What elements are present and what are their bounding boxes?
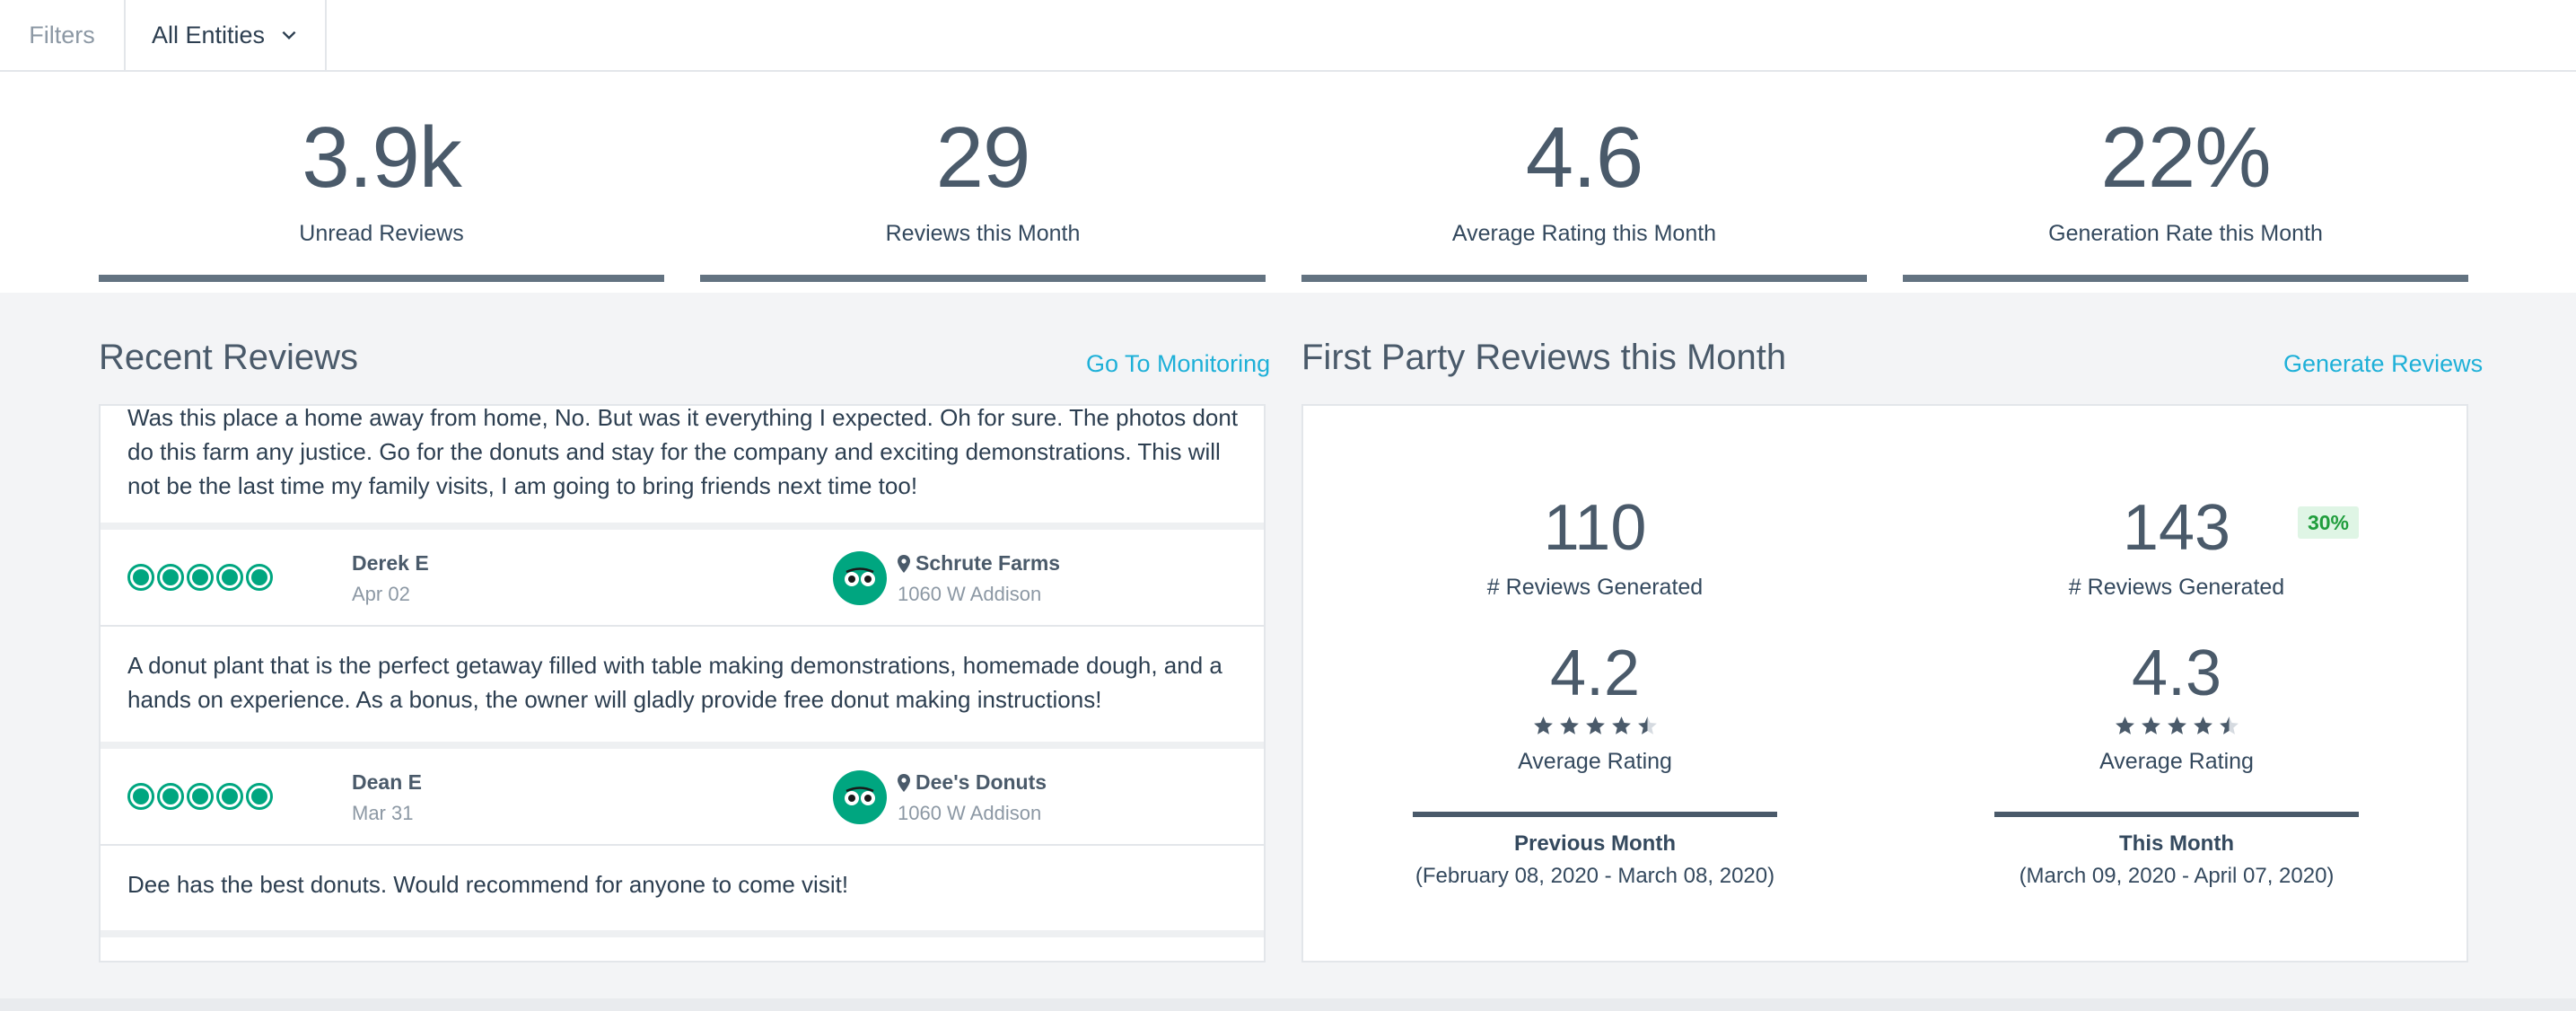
rating-bubble-icon <box>246 564 273 591</box>
review-header[interactable]: Dean E Mar 31 Dee's Donuts 1060 W Addiso… <box>101 749 1264 846</box>
metric-unread-reviews[interactable]: 3.9k Unread Reviews <box>99 72 664 282</box>
star-full-icon <box>1585 716 1605 734</box>
reviews-generated-label: # Reviews Generated <box>2068 575 2285 600</box>
rating-bubble-icon <box>187 783 214 810</box>
rating-bubble-icon <box>216 564 243 591</box>
period-title: This Month <box>2119 831 2234 856</box>
review-date: Mar 31 <box>352 802 414 824</box>
location-name: Dee's Donuts <box>916 770 1047 794</box>
rating-bubble-icon <box>127 564 154 591</box>
star-half-icon <box>1637 716 1657 734</box>
star-full-icon <box>1611 716 1631 734</box>
reviewer: Dean E Mar 31 <box>352 770 422 825</box>
star-rating <box>1994 715 2359 737</box>
star-full-icon <box>1533 716 1553 734</box>
map-pin-icon <box>898 554 910 573</box>
filters-bar: Filters All Entities <box>0 0 2576 72</box>
growth-badge: 30% <box>2298 506 2359 539</box>
reviewer-name: Derek E <box>352 551 429 575</box>
metric-value: 29 <box>935 110 1031 206</box>
bottom-divider <box>0 998 2576 1011</box>
rating-bubble-icon <box>157 564 184 591</box>
recent-reviews-title: Recent Reviews <box>99 338 359 377</box>
average-rating-label: Average Rating <box>1518 749 1672 774</box>
star-full-icon <box>2193 716 2212 734</box>
first-party-title: First Party Reviews this Month <box>1301 338 1787 377</box>
reviewer: Derek E Apr 02 <box>352 551 429 606</box>
period-title: Previous Month <box>1513 831 1676 856</box>
metric-value: 4.6 <box>1525 110 1643 206</box>
metric-label: Unread Reviews <box>299 221 464 246</box>
review-header[interactable]: Derek E Apr 02 Schrute Farms 1060 W Addi… <box>101 530 1264 627</box>
generate-reviews-link[interactable]: Generate Reviews <box>2283 350 2483 378</box>
metric-value: 22% <box>2100 110 2271 206</box>
metric-label: Generation Rate this Month <box>2048 221 2323 246</box>
rating-bubble-icon <box>216 783 243 810</box>
rating-bubbles <box>127 564 273 591</box>
chevron-down-icon <box>282 31 296 40</box>
entity-select-dropdown[interactable]: All Entities <box>126 0 327 70</box>
go-to-monitoring-link[interactable]: Go To Monitoring <box>1086 350 1270 378</box>
star-full-icon <box>2141 716 2160 734</box>
rating-bubble-icon <box>187 564 214 591</box>
location-address: 1060 W Addison <box>898 802 1042 824</box>
average-rating-value: 4.3 <box>2131 637 2222 709</box>
first-party-panel: 110 # Reviews Generated 4.2 Average Rati… <box>1301 404 2468 963</box>
map-pin-icon <box>898 773 910 792</box>
metric-label: Reviews this Month <box>885 221 1081 246</box>
star-half-icon <box>2219 716 2239 734</box>
tripadvisor-owl-icon <box>833 551 887 605</box>
location-name: Schrute Farms <box>916 551 1061 575</box>
average-rating-value: 4.2 <box>1549 637 1641 709</box>
review-text-content: Dee has the best donuts. Would recommend… <box>127 871 849 898</box>
previous-month-column: 110 # Reviews Generated 4.2 Average Rati… <box>1413 406 1777 961</box>
review-text-content: Was this place a home away from home, No… <box>127 404 1239 499</box>
metric-generation-rate[interactable]: 22% Generation Rate this Month <box>1903 72 2468 282</box>
period-divider <box>1413 812 1777 817</box>
rating-bubble-icon <box>157 783 184 810</box>
rating-bubble-icon <box>246 783 273 810</box>
review-location: Dee's Donuts 1060 W Addison <box>898 770 1047 825</box>
review-text: Dee has the best donuts. Would recommend… <box>101 846 1264 937</box>
average-rating-label: Average Rating <box>2099 749 2254 774</box>
reviewer-name: Dean E <box>352 770 422 794</box>
star-full-icon <box>2167 716 2186 734</box>
reviews-generated-value: 110 <box>1543 492 1647 564</box>
metrics-strip: 3.9k Unread Reviews 29 Reviews this Mont… <box>0 72 2576 293</box>
recent-reviews-list[interactable]: Was this place a home away from home, No… <box>99 404 1266 963</box>
review-location: Schrute Farms 1060 W Addison <box>898 551 1060 606</box>
review-text: Was this place a home away from home, No… <box>101 404 1264 530</box>
star-rating <box>1413 715 1777 737</box>
review-text-content: A donut plant that is the perfect getawa… <box>127 652 1222 713</box>
filters-label: Filters <box>0 0 126 70</box>
period-range: (February 08, 2020 - March 08, 2020) <box>1415 864 1775 888</box>
metric-average-rating[interactable]: 4.6 Average Rating this Month <box>1301 72 1867 282</box>
period-divider <box>1994 812 2359 817</box>
review-text: A donut plant that is the perfect getawa… <box>101 627 1264 749</box>
rating-bubble-icon <box>127 783 154 810</box>
period-range: (March 09, 2020 - April 07, 2020) <box>2019 864 2335 888</box>
tripadvisor-owl-icon <box>833 770 887 824</box>
review-date: Apr 02 <box>352 583 410 605</box>
star-full-icon <box>1559 716 1579 734</box>
metric-reviews-this-month[interactable]: 29 Reviews this Month <box>700 72 1266 282</box>
rating-bubbles <box>127 783 273 810</box>
this-month-column: 143 # Reviews Generated 4.3 Average Rati… <box>1994 406 2359 961</box>
star-full-icon <box>2115 716 2134 734</box>
reviews-generated-label: # Reviews Generated <box>1486 575 1704 600</box>
metric-label: Average Rating this Month <box>1451 221 1717 246</box>
location-address: 1060 W Addison <box>898 583 1042 605</box>
metric-value: 3.9k <box>302 110 461 206</box>
entity-select-label: All Entities <box>151 21 266 48</box>
